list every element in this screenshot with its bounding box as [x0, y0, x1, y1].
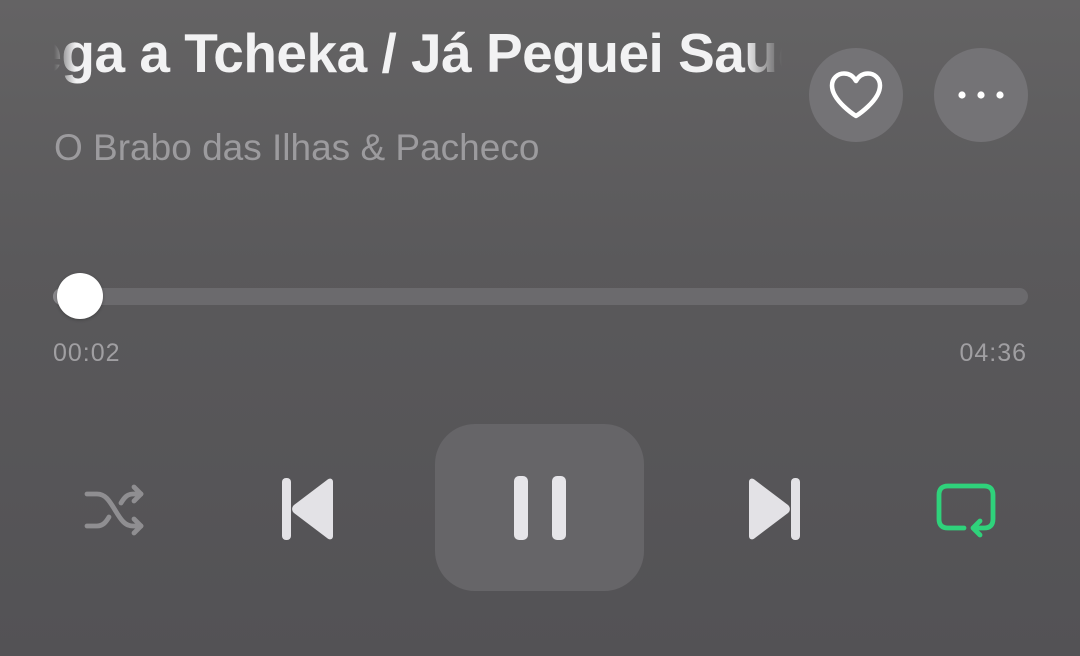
favorite-button[interactable] — [809, 48, 903, 142]
total-duration: 04:36 — [959, 339, 1027, 367]
shuffle-button[interactable] — [80, 478, 150, 542]
progress-bar[interactable] — [53, 288, 1028, 305]
next-track-button[interactable] — [740, 474, 806, 544]
ellipsis-horizontal-icon — [958, 91, 1004, 99]
repeat-button[interactable] — [932, 480, 1000, 544]
play-pause-button[interactable] — [435, 424, 644, 591]
track-title: Chega a Tcheka / Já Peguei Saudade — [54, 22, 782, 84]
skip-back-icon — [282, 478, 333, 540]
more-options-button[interactable] — [934, 48, 1028, 142]
heart-outline-icon — [829, 71, 883, 119]
elapsed-time: 00:02 — [53, 339, 121, 367]
shuffle-icon — [84, 484, 144, 536]
previous-track-button[interactable] — [276, 474, 342, 544]
track-title-marquee: Chega a Tcheka / Já Peguei Saudade — [54, 18, 782, 90]
artist-name[interactable]: O Brabo das Ilhas & Pacheco — [54, 124, 539, 172]
skip-forward-icon — [749, 478, 800, 540]
repeat-icon — [936, 483, 996, 538]
progress-scrubber-handle[interactable] — [57, 273, 103, 319]
pause-icon — [513, 475, 566, 540]
